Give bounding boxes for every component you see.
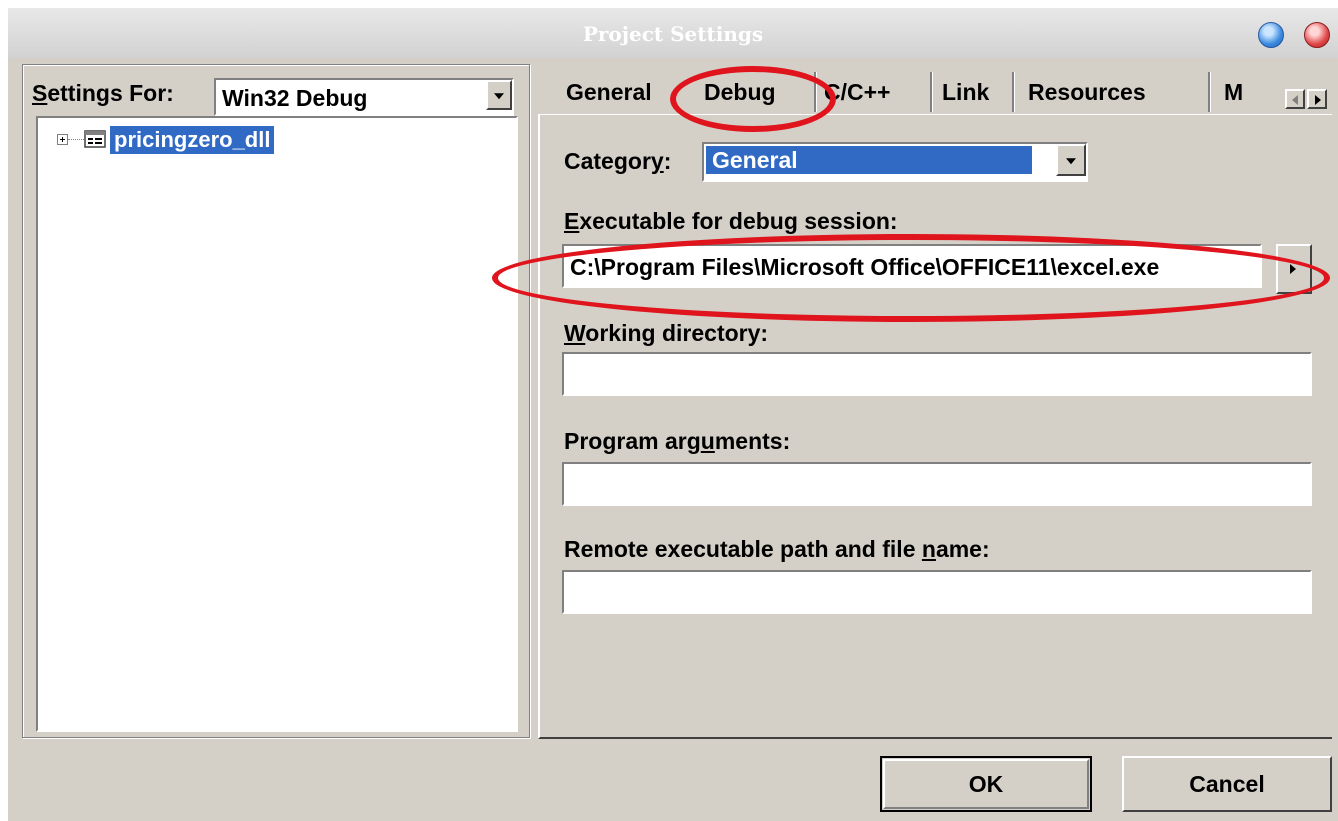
window-title: Project Settings — [582, 22, 764, 46]
settings-for-label: Settings For: — [32, 80, 174, 106]
tree-item-pricingzero-dll[interactable]: pricingzero_dll — [110, 126, 275, 154]
configuration-value: Win32 Debug — [222, 85, 368, 111]
program-arguments-label: Program arguments: — [564, 428, 791, 454]
annotation-circle-executable — [492, 234, 1330, 322]
chevron-down-icon — [1066, 158, 1076, 165]
minimize-button[interactable] — [1258, 22, 1284, 48]
expand-icon[interactable] — [57, 134, 68, 145]
tab-separator — [1208, 72, 1211, 112]
ok-button[interactable]: OK — [880, 756, 1092, 812]
tab-scroll-right-button[interactable] — [1307, 89, 1327, 109]
remote-executable-label: Remote executable path and file name: — [564, 536, 990, 562]
configuration-dropdown-button[interactable] — [486, 80, 512, 110]
remote-executable-input[interactable] — [562, 570, 1312, 614]
category-dropdown-button[interactable] — [1056, 144, 1086, 176]
configuration-select[interactable]: Win32 Debug — [214, 78, 514, 116]
working-directory-input[interactable] — [562, 352, 1312, 396]
tree-connector — [68, 139, 84, 140]
tab-separator — [1012, 72, 1015, 112]
category-label: Category: — [564, 148, 672, 174]
working-directory-label: Working directory: — [564, 320, 769, 346]
arrow-left-icon — [1292, 95, 1298, 105]
tab-resources[interactable]: Resources — [1028, 70, 1146, 114]
category-value: General — [706, 146, 1032, 174]
tab-scroll-left-button[interactable] — [1285, 89, 1305, 109]
tab-more[interactable]: M — [1224, 70, 1243, 114]
ok-button-label: OK — [968, 771, 1004, 797]
category-select[interactable]: General — [702, 142, 1088, 182]
title-bar[interactable]: Project Settings — [8, 8, 1338, 58]
program-arguments-input[interactable] — [562, 462, 1312, 506]
annotation-circle-debug-tab — [670, 66, 836, 132]
executable-label: Executable for debug session: — [564, 208, 898, 234]
project-icon — [84, 130, 106, 148]
tab-separator — [930, 72, 933, 112]
close-button[interactable] — [1304, 22, 1330, 48]
tab-link[interactable]: Link — [942, 70, 989, 114]
chevron-down-icon — [494, 93, 504, 100]
tab-general[interactable]: General — [566, 70, 652, 114]
arrow-right-icon — [1315, 95, 1321, 105]
cancel-button[interactable]: Cancel — [1122, 756, 1332, 812]
cancel-button-label: Cancel — [1189, 771, 1265, 797]
project-tree[interactable]: pricingzero_dll — [36, 116, 518, 732]
